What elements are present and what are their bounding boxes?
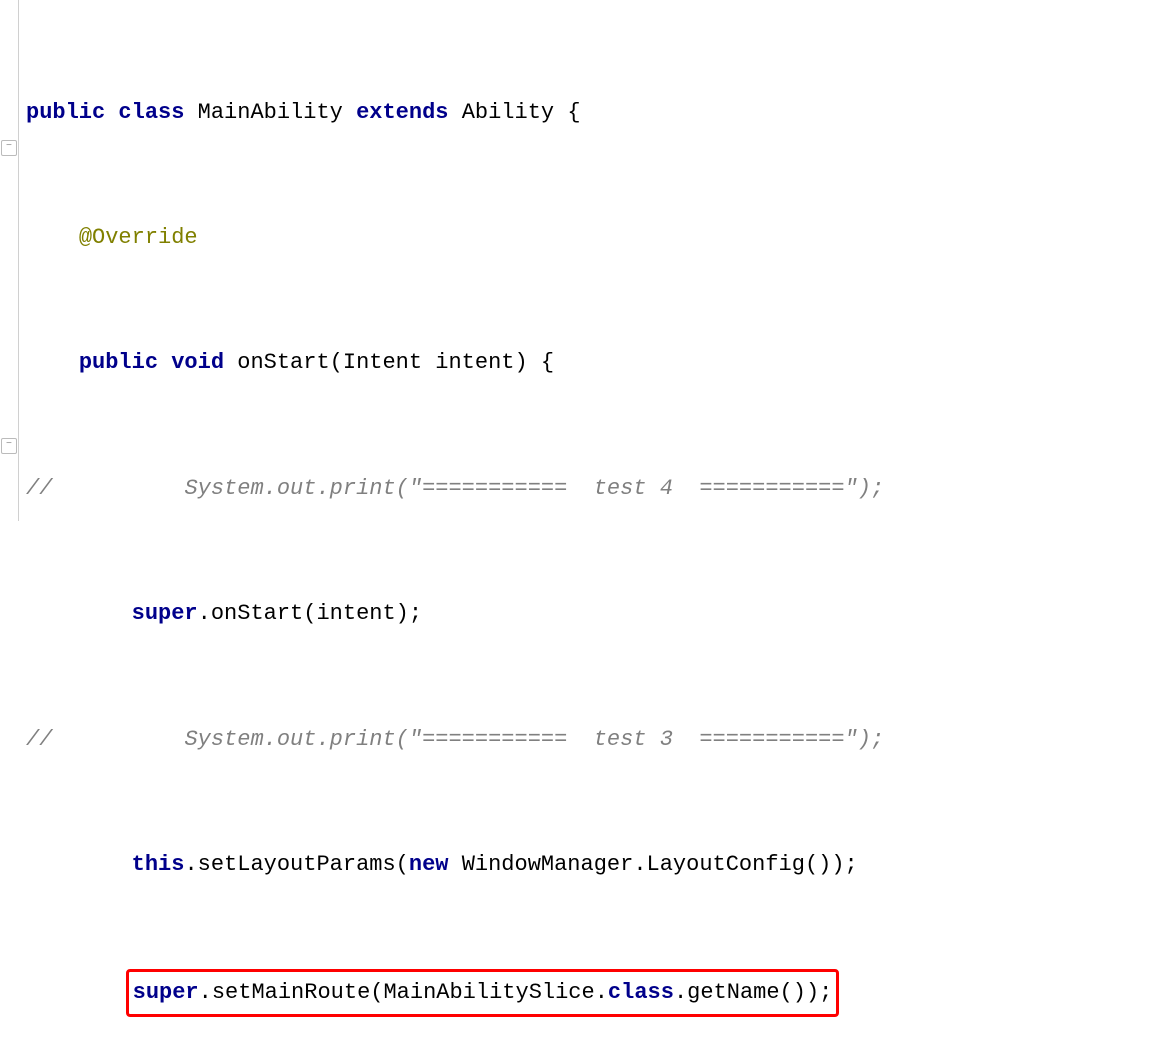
code-text: .getName()); bbox=[674, 980, 832, 1005]
code-area[interactable]: public class MainAbility extends Ability… bbox=[18, 8, 1156, 1042]
indent bbox=[26, 601, 132, 626]
code-line: super.onStart(intent); bbox=[18, 593, 1156, 635]
keyword: super bbox=[132, 601, 198, 626]
keyword: public void bbox=[79, 350, 237, 375]
code-text: .onStart(intent); bbox=[198, 601, 422, 626]
editor-gutter: − − bbox=[0, 0, 19, 521]
comment-prefix: // bbox=[26, 476, 184, 501]
code-text: .setLayoutParams( bbox=[184, 852, 408, 877]
keyword: super bbox=[133, 980, 199, 1005]
indent bbox=[26, 852, 132, 877]
comment-text: System.out.print("=========== test 4 ===… bbox=[184, 476, 884, 501]
fold-mark-icon[interactable]: − bbox=[1, 140, 17, 156]
keyword: new bbox=[409, 852, 462, 877]
code-text: .setMainRoute(MainAbilitySlice. bbox=[199, 980, 608, 1005]
code-line: public class MainAbility extends Ability… bbox=[18, 92, 1156, 134]
keyword: extends bbox=[356, 100, 462, 125]
keyword: public class bbox=[26, 100, 198, 125]
method-sig: onStart(Intent intent) { bbox=[237, 350, 554, 375]
code-line: // System.out.print("=========== test 3 … bbox=[18, 719, 1156, 761]
keyword: class bbox=[608, 980, 674, 1005]
comment-prefix: // bbox=[26, 727, 184, 752]
annotation: @Override bbox=[79, 225, 198, 250]
code-text: WindowManager.LayoutConfig()); bbox=[462, 852, 858, 877]
code-line: // System.out.print("=========== test 4 … bbox=[18, 468, 1156, 510]
fold-mark-icon[interactable]: − bbox=[1, 438, 17, 454]
code-line: @Override bbox=[18, 217, 1156, 259]
comment-text: System.out.print("=========== test 3 ===… bbox=[184, 727, 884, 752]
code-line: public void onStart(Intent intent) { bbox=[18, 342, 1156, 384]
code-line-highlighted: super.setMainRoute(MainAbilitySlice.clas… bbox=[18, 969, 1156, 1017]
superclass: Ability { bbox=[462, 100, 581, 125]
keyword: this bbox=[132, 852, 185, 877]
code-line: this.setLayoutParams(new WindowManager.L… bbox=[18, 844, 1156, 886]
class-name: MainAbility bbox=[198, 100, 356, 125]
indent bbox=[26, 225, 79, 250]
highlight-box: super.setMainRoute(MainAbilitySlice.clas… bbox=[126, 969, 840, 1017]
indent bbox=[26, 980, 132, 1005]
indent bbox=[26, 350, 79, 375]
